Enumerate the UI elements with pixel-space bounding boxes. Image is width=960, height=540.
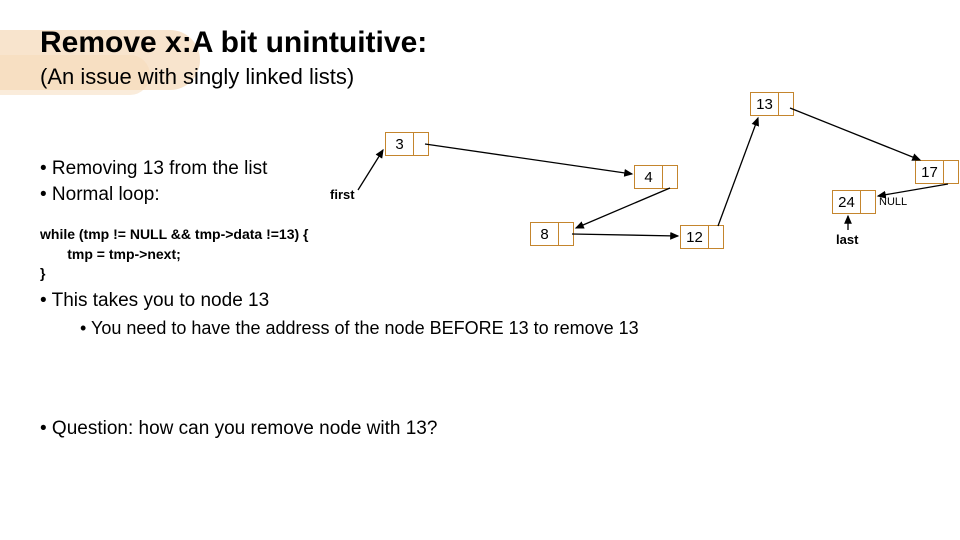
node-12-value: 12 xyxy=(681,226,709,248)
bullet-takes-you: • This takes you to node 13 xyxy=(40,290,269,312)
sub-bullet-address: • You need to have the address of the no… xyxy=(80,318,639,339)
node-17-value: 17 xyxy=(916,161,944,183)
bullet-removing: • Removing 13 from the list xyxy=(40,158,267,180)
node-8: 8 xyxy=(530,222,574,246)
node-8-value: 8 xyxy=(531,223,559,245)
node-13-value: 13 xyxy=(751,93,779,115)
bullet-question: • Question: how can you remove node with… xyxy=(40,418,437,440)
node-4-value: 4 xyxy=(635,166,663,188)
node-8-next xyxy=(559,223,573,245)
node-12-next xyxy=(709,226,723,248)
node-17-next xyxy=(944,161,958,183)
node-13: 13 xyxy=(750,92,794,116)
null-label: NULL xyxy=(879,196,907,208)
node-3: 3 xyxy=(385,132,429,156)
first-label: first xyxy=(330,187,355,202)
slide-title: Remove x:A bit unintuitive: xyxy=(40,26,427,60)
node-24: 24 xyxy=(832,190,876,214)
bullet-normal-loop: • Normal loop: xyxy=(40,184,160,206)
node-13-next xyxy=(779,93,793,115)
node-3-value: 3 xyxy=(386,133,414,155)
node-3-next xyxy=(414,133,428,155)
node-12: 12 xyxy=(680,225,724,249)
node-17: 17 xyxy=(915,160,959,184)
node-4: 4 xyxy=(634,165,678,189)
node-24-next xyxy=(861,191,875,213)
node-24-value: 24 xyxy=(833,191,861,213)
code-block: while (tmp != NULL && tmp->data !=13) { … xyxy=(40,225,309,284)
node-4-next xyxy=(663,166,677,188)
last-label: last xyxy=(836,232,858,247)
slide-subtitle: (An issue with singly linked lists) xyxy=(40,64,354,90)
